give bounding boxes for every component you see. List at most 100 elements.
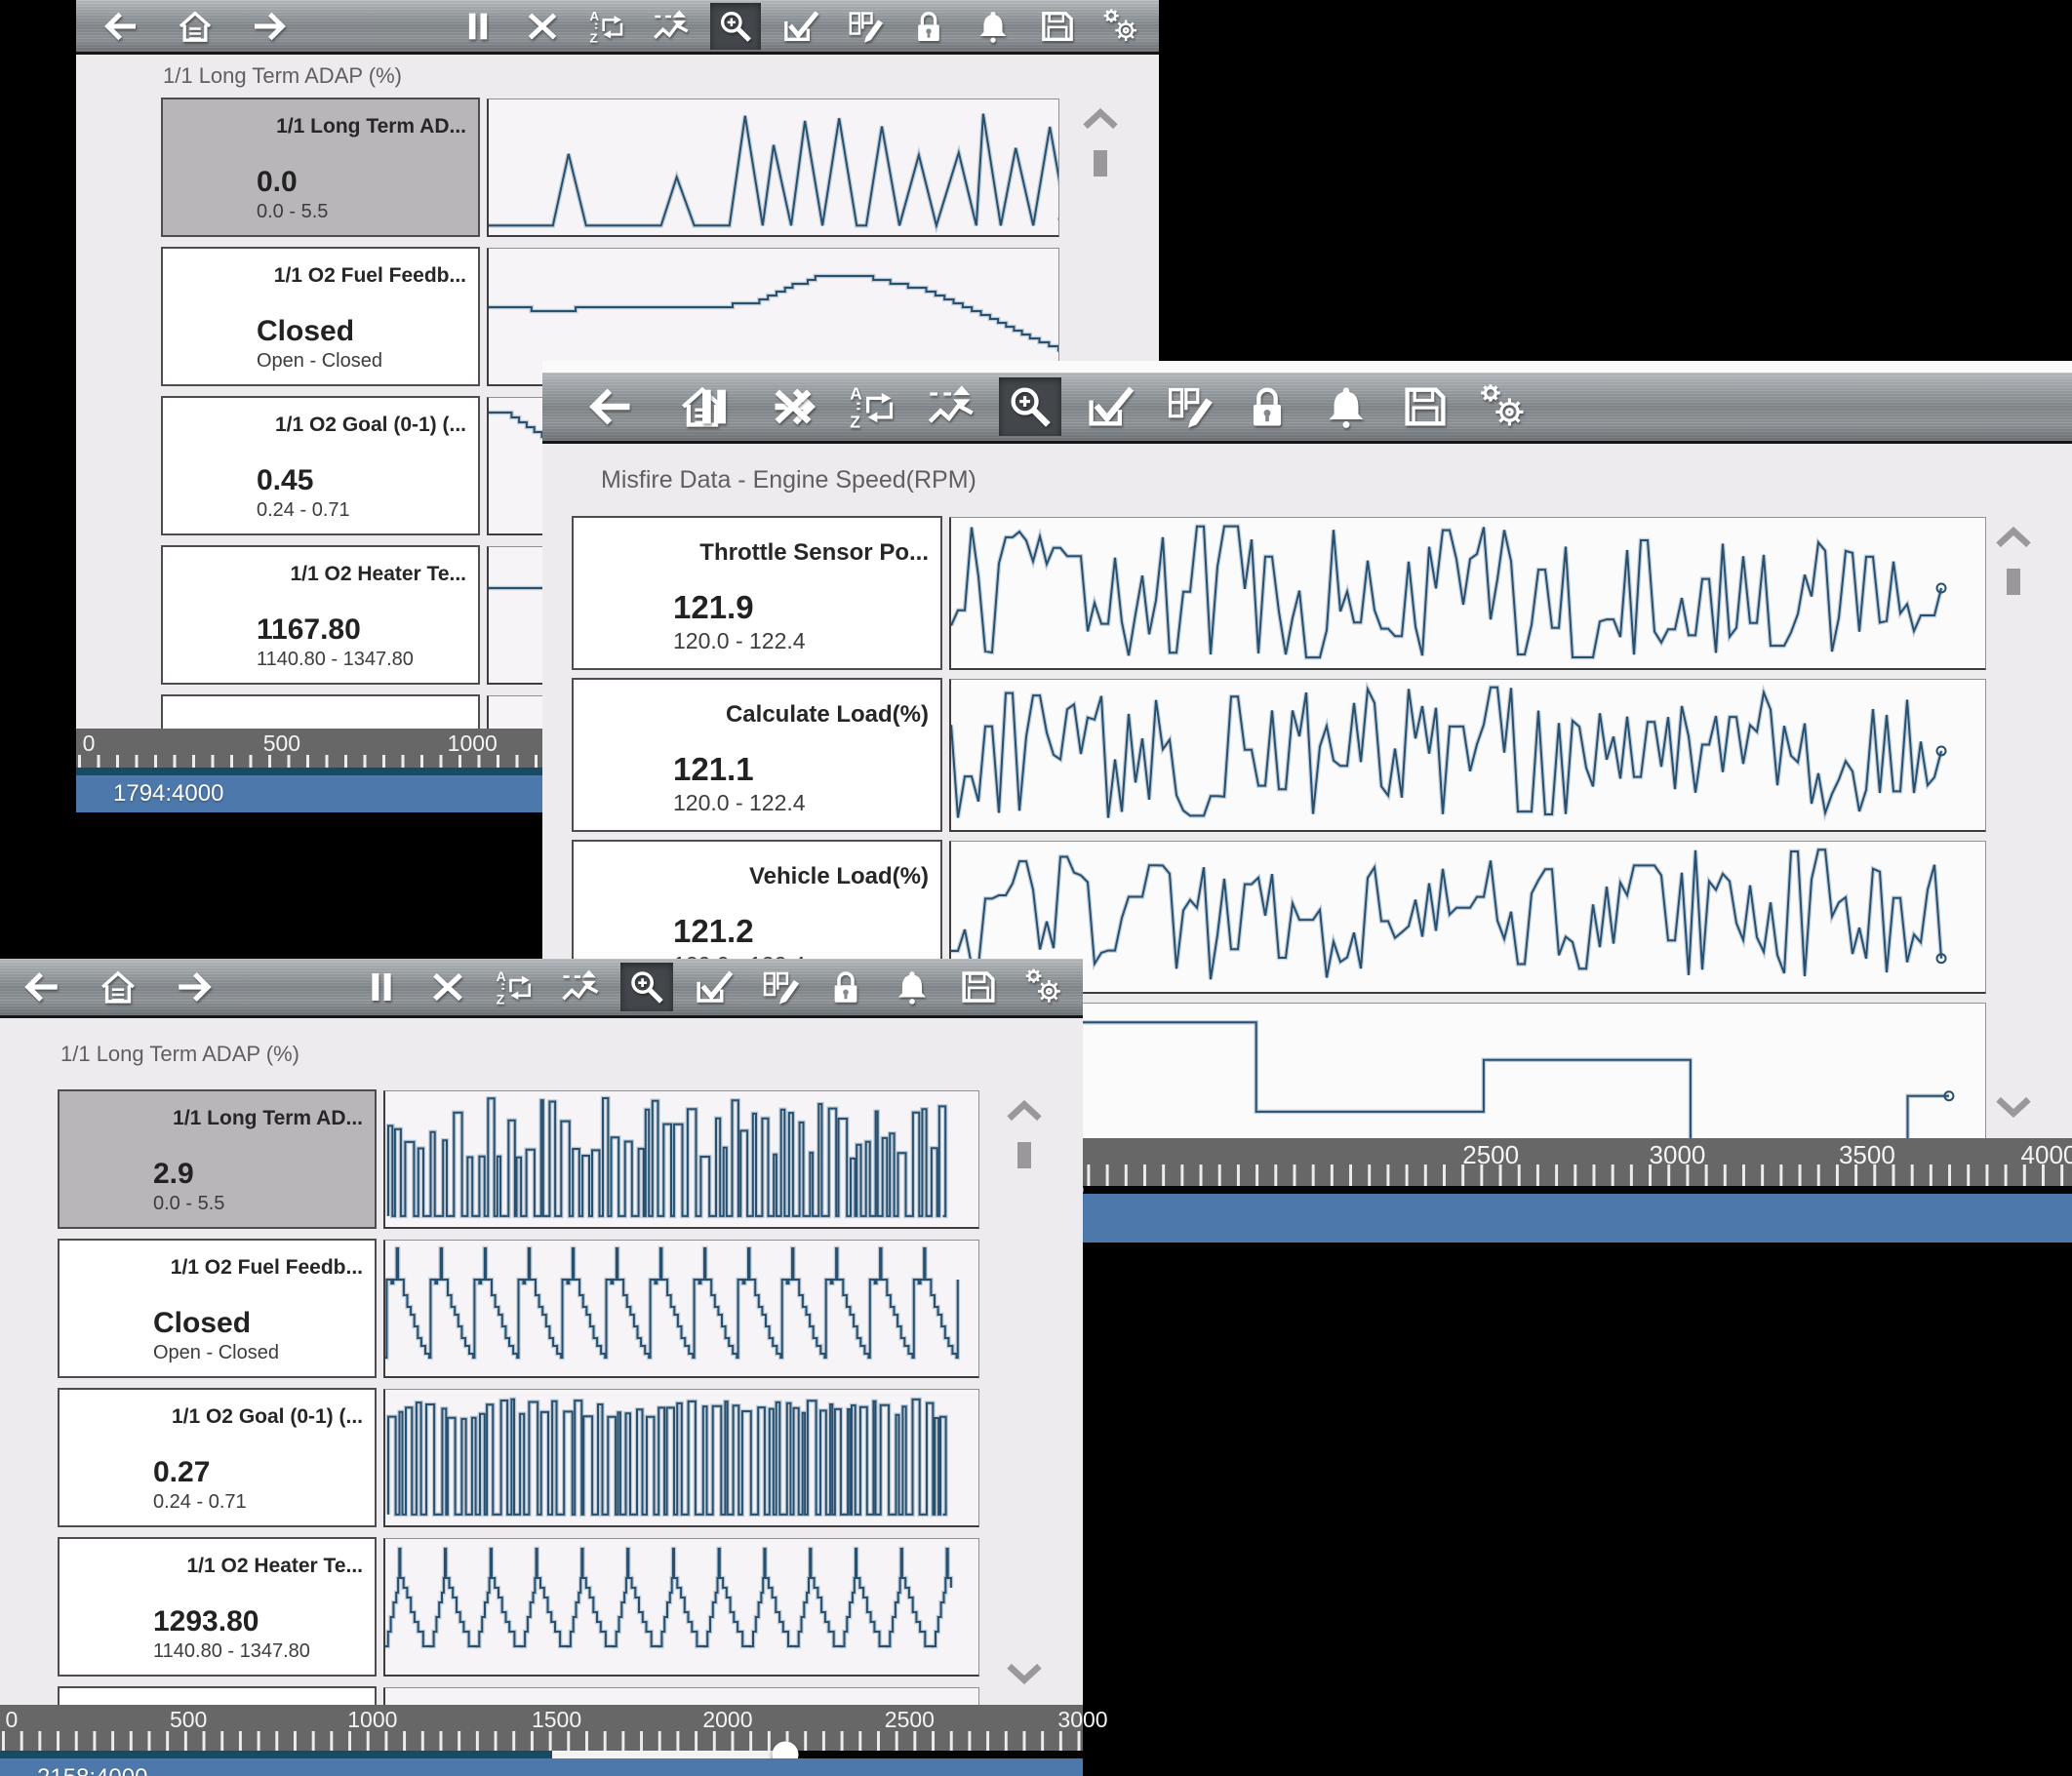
parameter-value: 121.9 bbox=[574, 589, 940, 628]
parameter-value: 0.27 bbox=[60, 1456, 375, 1491]
scroll-down-chevron-icon[interactable] bbox=[1992, 1096, 2035, 1123]
alarm-icon[interactable] bbox=[1315, 377, 1377, 436]
parameter-box[interactable]: 1/1 O2 Heater Te...1167.801140.80 - 1347… bbox=[161, 545, 480, 685]
custom-data-icon[interactable] bbox=[1157, 377, 1219, 436]
custom-data-icon[interactable] bbox=[839, 3, 890, 50]
pause-icon[interactable] bbox=[453, 3, 503, 50]
parameter-box[interactable]: 1/1 O2 Goal (0-1) (...0.270.24 - 0.71 bbox=[58, 1388, 377, 1527]
custom-data-icon[interactable] bbox=[753, 963, 806, 1011]
progress-bar: 2158:4000 bbox=[0, 1758, 1083, 1776]
parameter-label: 1/1 O2 Goal (0-1) (... bbox=[163, 398, 478, 437]
home-icon[interactable] bbox=[170, 3, 220, 50]
timeline-ruler[interactable]: 050010001500200025003000 bbox=[0, 1705, 1083, 1758]
pause-icon[interactable] bbox=[683, 377, 745, 436]
back-icon[interactable] bbox=[579, 377, 642, 436]
confirm-icon[interactable] bbox=[775, 3, 825, 50]
parameter-label: 1/1 Long Term AD... bbox=[60, 1091, 375, 1130]
sort-az-icon[interactable]: AZ bbox=[488, 963, 540, 1011]
pause-icon[interactable] bbox=[355, 963, 408, 1011]
graph-scale-icon[interactable] bbox=[646, 3, 697, 50]
svg-text:A: A bbox=[497, 968, 506, 984]
scroll-up-chevron-icon[interactable] bbox=[1992, 527, 2035, 553]
parameter-label: 1/1 Long Term AD... bbox=[163, 99, 478, 138]
parameter-value: Closed bbox=[60, 1307, 375, 1342]
waveform-graph[interactable] bbox=[383, 1090, 979, 1229]
sort-az-icon[interactable]: AZ bbox=[581, 3, 632, 50]
waveform-graph[interactable] bbox=[949, 517, 1986, 670]
waveform-graph[interactable] bbox=[949, 841, 1986, 994]
parameter-value: 1293.80 bbox=[60, 1605, 375, 1640]
zoom-icon[interactable] bbox=[999, 377, 1061, 436]
parameter-label: 1/1 O2 Fuel Feedb... bbox=[163, 249, 478, 288]
graph-scale-icon[interactable] bbox=[920, 377, 982, 436]
back-icon[interactable] bbox=[96, 3, 146, 50]
parameter-row: 1/1 Long Term AD...2.90.0 - 5.5 bbox=[58, 1089, 1083, 1229]
forward-icon[interactable] bbox=[168, 963, 220, 1011]
alarm-icon[interactable] bbox=[968, 3, 1018, 50]
zoom-icon[interactable] bbox=[620, 963, 673, 1011]
parameter-range: 120.0 - 122.4 bbox=[574, 628, 940, 668]
parameter-box[interactable]: 1/1 O2 Fuel Feedb...ClosedOpen - Closed bbox=[58, 1239, 377, 1378]
parameter-row bbox=[58, 1686, 1083, 1705]
save-icon[interactable] bbox=[1394, 377, 1456, 436]
parameter-box[interactable]: 1/1 Long Term AD...0.00.0 - 5.5 bbox=[161, 98, 480, 237]
ruler-tick-label: 0 bbox=[6, 1707, 19, 1733]
waveform-graph[interactable] bbox=[949, 1003, 1986, 1138]
graph-scale-icon[interactable] bbox=[554, 963, 607, 1011]
waveform-graph[interactable] bbox=[383, 1538, 979, 1677]
waveform-graph[interactable] bbox=[383, 1389, 979, 1527]
close-icon[interactable] bbox=[517, 3, 568, 50]
svg-text:Z: Z bbox=[497, 992, 505, 1007]
sort-az-icon[interactable]: AZ bbox=[841, 377, 903, 436]
svg-text:A: A bbox=[850, 383, 862, 403]
scrollbar-thumb[interactable] bbox=[1017, 1142, 1031, 1168]
scroll-up-chevron-icon[interactable] bbox=[1079, 108, 1122, 135]
ruler-tick-label: 500 bbox=[170, 1707, 207, 1733]
parameter-label bbox=[60, 1688, 375, 1704]
waveform-graph[interactable] bbox=[949, 679, 1986, 832]
timeline-track[interactable] bbox=[0, 1751, 1083, 1758]
parameter-box[interactable] bbox=[161, 694, 480, 729]
close-icon[interactable] bbox=[762, 377, 824, 436]
ruler-tick-label: 0 bbox=[83, 730, 96, 757]
parameter-box[interactable]: Calculate Load(%)121.1120.0 - 122.4 bbox=[572, 678, 942, 832]
scrollbar-thumb[interactable] bbox=[1094, 150, 1107, 177]
scroll-down-chevron-icon[interactable] bbox=[1003, 1663, 1046, 1689]
parameter-box[interactable]: Throttle Sensor Po...121.9120.0 - 122.4 bbox=[572, 516, 942, 670]
waveform-graph[interactable] bbox=[383, 1687, 979, 1705]
alarm-icon[interactable] bbox=[886, 963, 938, 1011]
save-icon[interactable] bbox=[952, 963, 1005, 1011]
settings-icon[interactable] bbox=[1018, 963, 1071, 1011]
parameter-label bbox=[163, 696, 478, 712]
graph-window-title: 1/1 Long Term ADAP (%) bbox=[0, 1018, 1083, 1089]
home-icon[interactable] bbox=[92, 963, 144, 1011]
scroll-up-chevron-icon[interactable] bbox=[1003, 1100, 1046, 1126]
waveform-graph[interactable] bbox=[383, 1240, 979, 1378]
parameter-box[interactable]: 1/1 O2 Fuel Feedb...ClosedOpen - Closed bbox=[161, 247, 480, 386]
settings-icon[interactable] bbox=[1096, 3, 1147, 50]
settings-icon[interactable] bbox=[1473, 377, 1535, 436]
confirm-icon[interactable] bbox=[687, 963, 739, 1011]
lock-icon[interactable] bbox=[903, 3, 954, 50]
parameter-box[interactable]: 1/1 O2 Goal (0-1) (...0.450.24 - 0.71 bbox=[161, 396, 480, 535]
parameter-box[interactable]: 1/1 O2 Heater Te...1293.801140.80 - 1347… bbox=[58, 1537, 377, 1677]
ruler-labels: 050010001500200025003000 bbox=[0, 1705, 1083, 1730]
ruler-tick-label: 2500 bbox=[885, 1707, 935, 1733]
waveform-graph[interactable] bbox=[487, 99, 1059, 237]
lock-icon[interactable] bbox=[1236, 377, 1298, 436]
parameter-box[interactable]: 1/1 Long Term AD...2.90.0 - 5.5 bbox=[58, 1089, 377, 1229]
back-icon[interactable] bbox=[16, 963, 68, 1011]
parameter-box[interactable] bbox=[58, 1686, 377, 1705]
parameter-range: 0.24 - 0.71 bbox=[60, 1491, 375, 1525]
lock-icon[interactable] bbox=[819, 963, 872, 1011]
close-icon[interactable] bbox=[421, 963, 474, 1011]
forward-icon[interactable] bbox=[244, 3, 295, 50]
graph-window-title: Misfire Data - Engine Speed(RPM) bbox=[542, 444, 2072, 516]
zoom-icon[interactable] bbox=[710, 3, 761, 50]
confirm-icon[interactable] bbox=[1078, 377, 1140, 436]
scrollbar-thumb[interactable] bbox=[2007, 569, 2020, 595]
parameter-label: Calculate Load(%) bbox=[574, 680, 940, 729]
save-icon[interactable] bbox=[1032, 3, 1083, 50]
svg-text:A: A bbox=[590, 9, 600, 23]
toolbar: AZ bbox=[542, 373, 2072, 444]
